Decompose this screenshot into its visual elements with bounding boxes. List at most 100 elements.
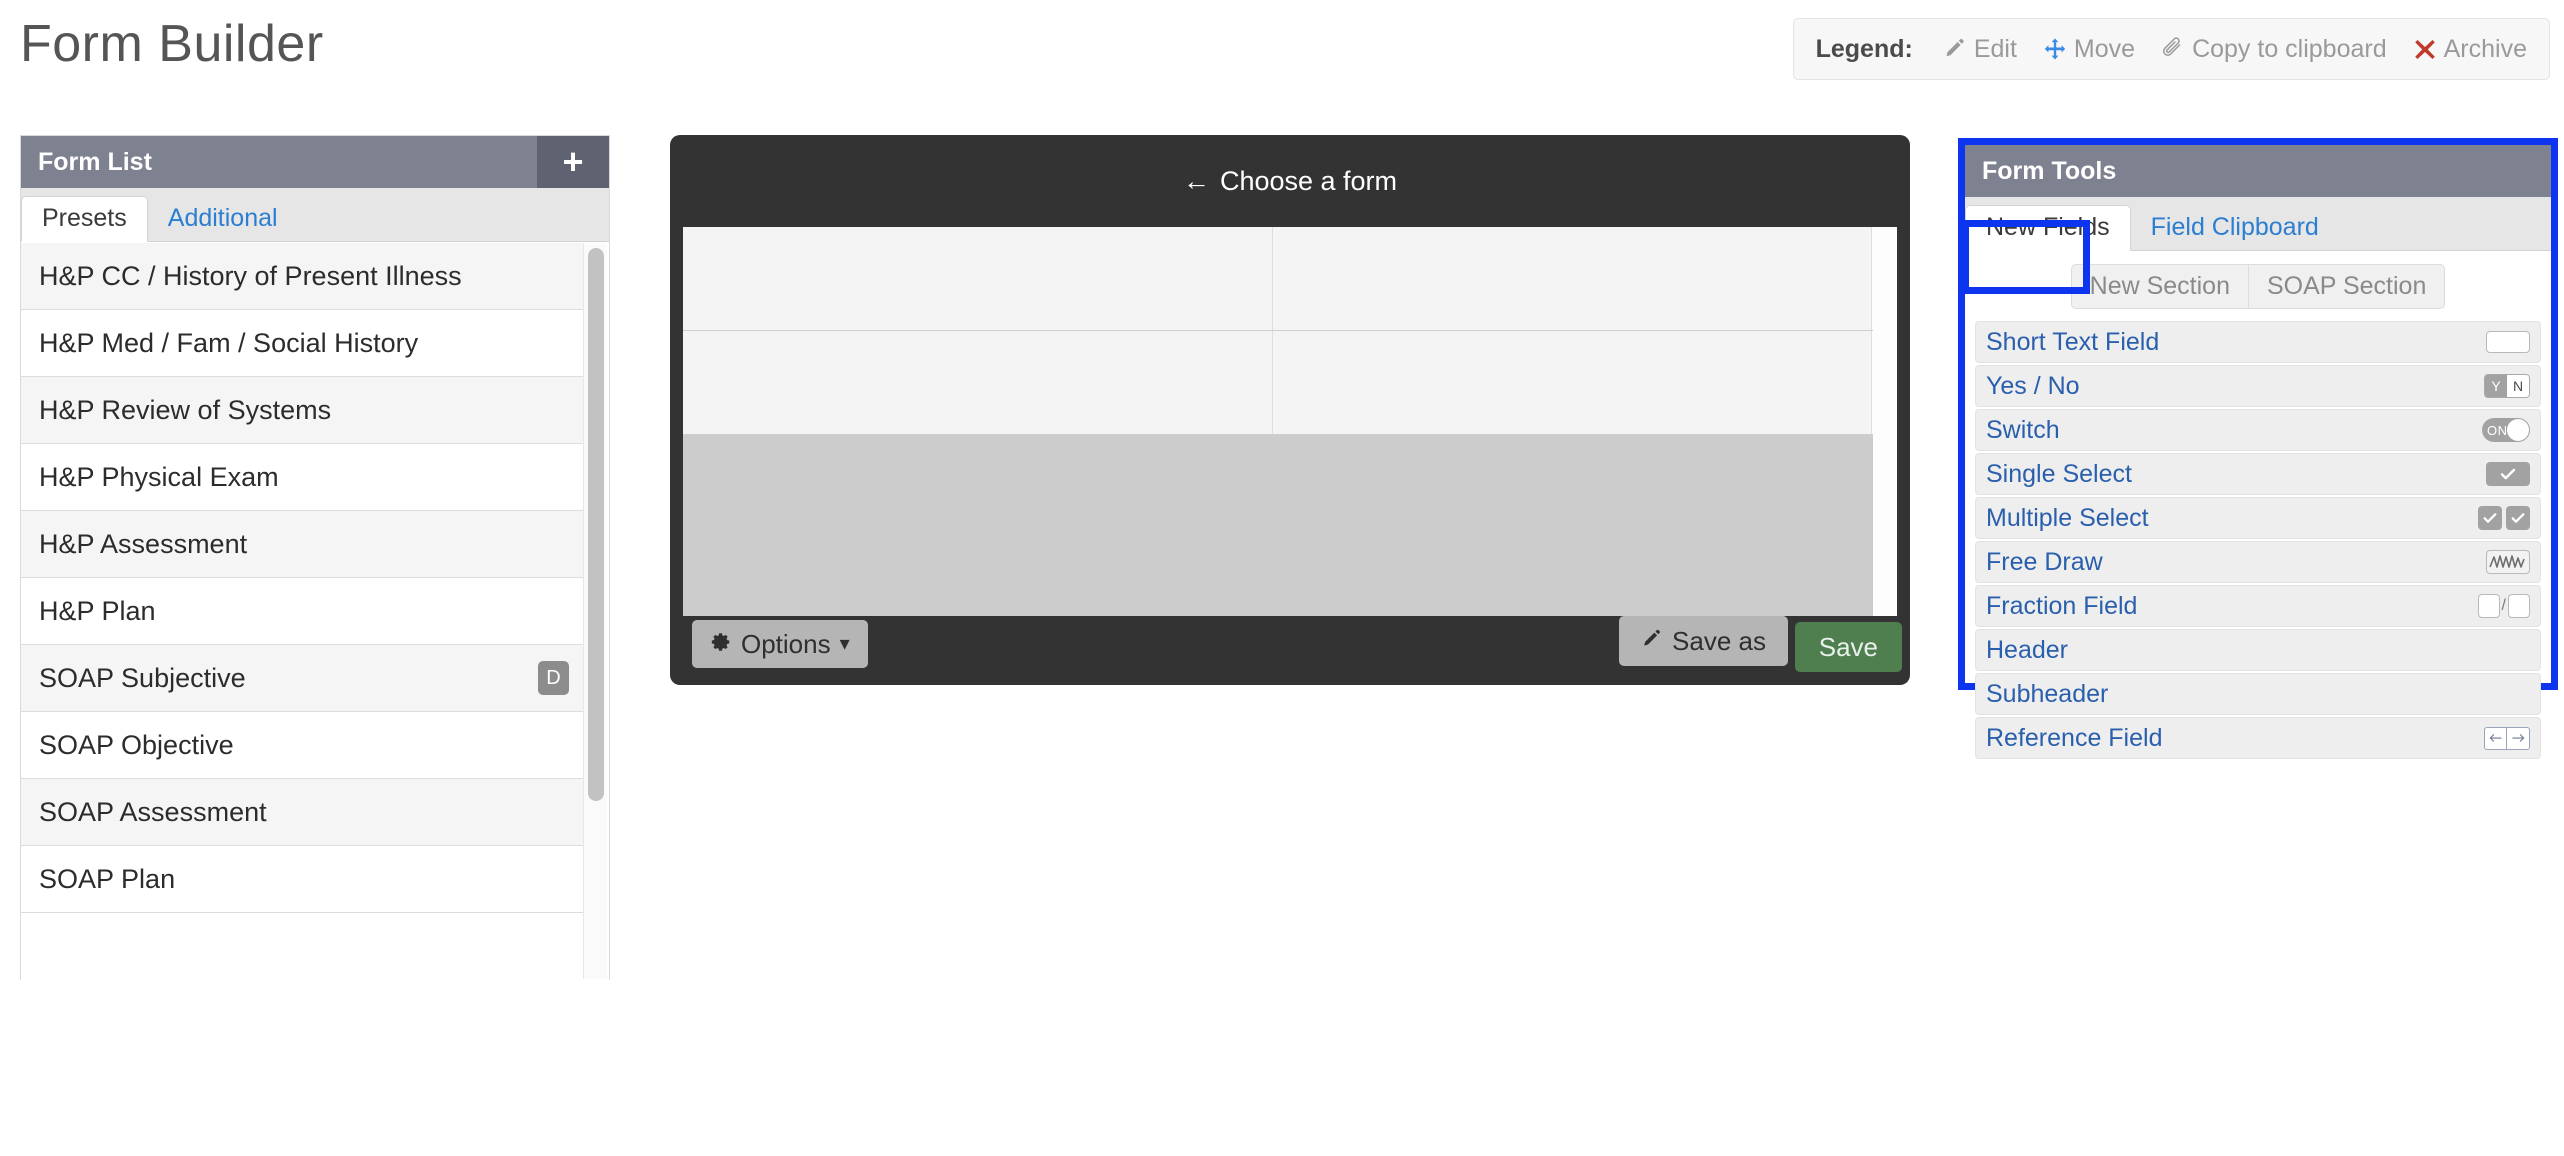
legend-item-copy-label: Copy to clipboard xyxy=(2192,34,2387,63)
builder-canvas[interactable] xyxy=(683,227,1897,616)
new-section-button[interactable]: New Section xyxy=(2070,263,2248,309)
field-item-reference[interactable]: Reference Field xyxy=(1975,717,2541,759)
field-item-single-select[interactable]: Single Select xyxy=(1975,453,2541,495)
list-item[interactable]: H&P Physical Exam xyxy=(21,444,585,511)
switch-knob xyxy=(2507,419,2529,441)
form-tools-title: Form Tools xyxy=(1982,156,2117,185)
yes-cell: Y xyxy=(2485,375,2507,397)
paperclip-icon xyxy=(2161,37,2185,61)
field-item-header[interactable]: Header xyxy=(1975,629,2541,671)
legend-label: Legend: xyxy=(1815,34,1913,63)
legend: Legend: Edit Move Copy to clipboard Arch… xyxy=(1792,18,2550,80)
legend-item-edit: Edit xyxy=(1943,35,2017,64)
list-item[interactable]: SOAP Plan xyxy=(21,846,585,913)
legend-item-copy: Copy to clipboard xyxy=(2161,35,2387,64)
reference-field-icon xyxy=(2484,726,2530,750)
field-item-short-text[interactable]: Short Text Field xyxy=(1975,321,2541,363)
form-preview-table xyxy=(683,227,1873,435)
field-item-yes-no[interactable]: Yes / No Y N xyxy=(1975,365,2541,407)
fraction-numerator-box xyxy=(2477,594,2500,618)
table-cell[interactable] xyxy=(1273,331,1872,434)
table-cell[interactable] xyxy=(683,331,1273,434)
choose-a-form-label: Choose a form xyxy=(1219,165,1398,196)
list-item[interactable]: SOAP Assessment xyxy=(21,779,585,846)
list-item-label: SOAP Plan xyxy=(39,863,176,894)
list-item-label: H&P Physical Exam xyxy=(39,461,279,492)
form-tools-header: Form Tools xyxy=(1965,145,2551,197)
fraction-denominator-box xyxy=(2508,594,2530,618)
list-item[interactable]: H&P CC / History of Present Illness xyxy=(21,243,585,310)
list-item-label: H&P CC / History of Present Illness xyxy=(39,260,462,291)
legend-item-edit-label: Edit xyxy=(1973,34,2017,63)
list-item[interactable]: H&P Med / Fam / Social History xyxy=(21,310,585,377)
single-select-icon xyxy=(2486,462,2530,486)
form-list-header: Form List + xyxy=(21,136,609,188)
builder-empty-area xyxy=(683,435,1873,616)
red-x-icon xyxy=(2413,37,2437,61)
list-item[interactable]: SOAP Subjective D xyxy=(21,645,585,712)
multi-select-icon xyxy=(2478,506,2530,530)
legend-item-move-label: Move xyxy=(2073,34,2136,63)
field-item-fraction[interactable]: Fraction Field / xyxy=(1975,585,2541,627)
save-button[interactable]: Save xyxy=(1794,622,1902,672)
form-list-title: Form List xyxy=(38,147,152,176)
pencil-icon xyxy=(1641,628,1663,654)
table-row[interactable] xyxy=(683,331,1873,435)
field-item-label: Subheader xyxy=(1986,679,2109,708)
field-item-label: Free Draw xyxy=(1986,547,2103,576)
field-item-subheader[interactable]: Subheader xyxy=(1975,673,2541,715)
scrollbar-thumb[interactable] xyxy=(588,248,604,801)
list-item[interactable]: SOAP Objective xyxy=(21,712,585,779)
form-list-panel: Form List + Presets Additional H&P CC / … xyxy=(20,135,610,980)
table-cell[interactable] xyxy=(1273,227,1872,330)
list-item[interactable]: H&P Plan xyxy=(21,578,585,645)
tab-presets[interactable]: Presets xyxy=(21,196,148,242)
fraction-separator: / xyxy=(2501,597,2506,614)
field-item-label: Reference Field xyxy=(1986,723,2163,752)
field-item-label: Fraction Field xyxy=(1986,591,2138,620)
field-item-free-draw[interactable]: Free Draw xyxy=(1975,541,2541,583)
choose-a-form-button[interactable]: ← Choose a form xyxy=(670,135,1910,227)
pencil-icon xyxy=(1943,37,1967,61)
no-cell: N xyxy=(2507,375,2529,397)
tab-new-fields[interactable]: New Fields xyxy=(1965,205,2131,251)
fraction-icon: / xyxy=(2477,594,2530,618)
builder-footer: Options ▾ Save as Save xyxy=(670,616,1910,685)
soap-section-button[interactable]: SOAP Section xyxy=(2248,263,2446,309)
segmented-buttons: New Section SOAP Section xyxy=(2070,263,2446,309)
tab-additional[interactable]: Additional xyxy=(148,197,298,241)
legend-item-archive: Archive xyxy=(2413,35,2527,64)
builder-shell: ← Choose a form Options ▾ Save as Save xyxy=(670,135,1910,685)
form-builder-panel: ← Choose a form Options ▾ Save as Save xyxy=(670,135,1910,685)
field-item-label: Single Select xyxy=(1986,459,2132,488)
save-as-button[interactable]: Save as xyxy=(1619,616,1788,666)
form-list-rows: H&P CC / History of Present Illness H&P … xyxy=(21,243,609,980)
options-button-label: Options xyxy=(741,629,831,659)
field-item-switch[interactable]: Switch ON xyxy=(1975,409,2541,451)
list-item-label: SOAP Objective xyxy=(39,729,234,760)
status-badge: D xyxy=(538,661,569,695)
list-item-label: SOAP Subjective xyxy=(39,662,246,693)
textbox-icon xyxy=(2486,331,2530,353)
page-title: Form Builder xyxy=(20,15,324,73)
table-row[interactable] xyxy=(683,227,1873,331)
list-item[interactable]: H&P Assessment xyxy=(21,511,585,578)
free-draw-icon xyxy=(2486,550,2530,574)
form-list-scrollbar[interactable] xyxy=(583,244,607,979)
field-item-multiple-select[interactable]: Multiple Select xyxy=(1975,497,2541,539)
options-button[interactable]: Options ▾ xyxy=(692,620,868,668)
form-list-tabstrip: Presets Additional xyxy=(21,188,609,242)
switch-icon: ON xyxy=(2482,418,2530,442)
legend-item-archive-label: Archive xyxy=(2443,34,2527,63)
table-cell[interactable] xyxy=(683,227,1273,330)
legend-item-move: Move xyxy=(2043,35,2135,64)
list-item-label: H&P Plan xyxy=(39,595,156,626)
save-as-button-label: Save as xyxy=(1672,626,1766,656)
tab-field-clipboard[interactable]: Field Clipboard xyxy=(2131,206,2339,250)
field-item-label: Yes / No xyxy=(1986,371,2080,400)
list-item[interactable]: H&P Review of Systems xyxy=(21,377,585,444)
add-form-button[interactable]: + xyxy=(537,136,609,188)
list-item-label: H&P Review of Systems xyxy=(39,394,332,425)
switch-state-label: ON xyxy=(2487,422,2508,438)
new-fields-list: Short Text Field Yes / No Y N Switch ON xyxy=(1965,321,2551,759)
